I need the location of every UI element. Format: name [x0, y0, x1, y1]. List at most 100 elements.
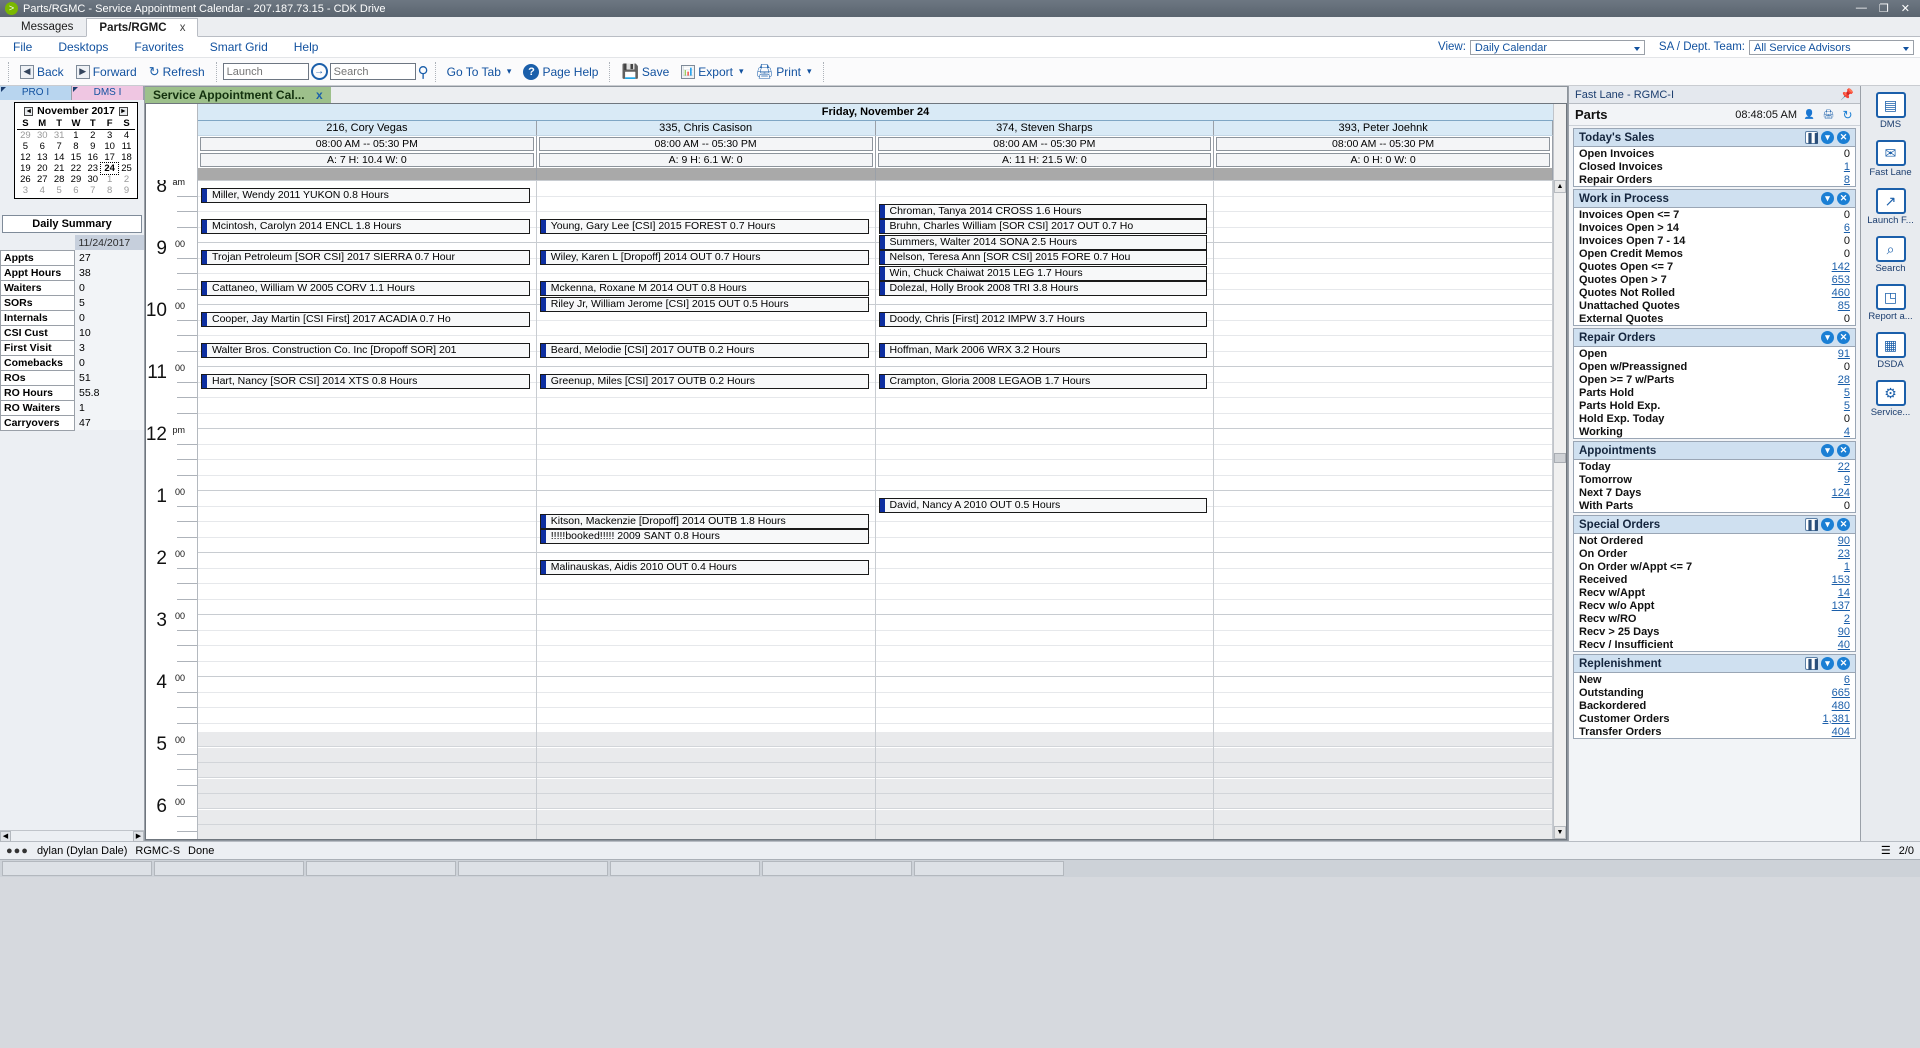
scroll-left-icon[interactable]: ◀ [0, 831, 11, 842]
appointment-block[interactable]: Chroman, Tanya 2014 CROSS 1.6 Hours [878, 204, 1208, 219]
appointment-block[interactable]: Miller, Wendy 2011 YUKON 0.8 Hours [201, 188, 530, 203]
appointment-block[interactable]: Crampton, Gloria 2008 LEGAOB 1.7 Hours [878, 374, 1208, 389]
fastlane-row-link[interactable]: 142 [1832, 261, 1850, 273]
print-button[interactable]: 🖨 Print [751, 61, 817, 83]
tab-close-icon[interactable]: x [180, 22, 186, 34]
taskbar-item[interactable] [154, 861, 304, 876]
fastlane-row-value[interactable]: 2 [1799, 612, 1855, 625]
appointment-block[interactable]: Walter Bros. Construction Co. Inc [Dropo… [201, 343, 530, 358]
tab-messages[interactable]: Messages [8, 17, 86, 36]
rail-item-dms[interactable]: ▤ DMS [1863, 92, 1919, 130]
fastlane-row-value[interactable]: 90 [1799, 625, 1855, 638]
left-rail-hscrollbar[interactable]: ◀ ▶ [0, 830, 144, 842]
chevron-down-icon[interactable]: ▾ [1821, 444, 1834, 457]
fastlane-row-link[interactable]: 6 [1844, 674, 1850, 686]
fastlane-row-link[interactable]: 28 [1838, 374, 1850, 386]
page-tab-close-icon[interactable]: x [316, 88, 323, 102]
launch-input[interactable] [222, 63, 309, 80]
advisor-column-header[interactable]: 216, Cory Vegas [198, 121, 537, 136]
fastlane-row-link[interactable]: 14 [1838, 587, 1850, 599]
calendar-day-cell[interactable]: 30 [84, 174, 101, 185]
calendar-day-cell[interactable]: 20 [34, 163, 51, 174]
appointment-block[interactable]: Doody, Chris [First] 2012 IMPW 3.7 Hours [878, 312, 1208, 327]
calendar-day-cell[interactable]: 25 [118, 163, 135, 174]
appointment-block[interactable]: Summers, Walter 2014 SONA 2.5 Hours [878, 235, 1208, 250]
calendar-day-cell[interactable]: 4 [118, 130, 135, 141]
calendar-day-cell[interactable]: 4 [34, 185, 51, 196]
calendar-day-cell[interactable]: 6 [68, 185, 85, 196]
scroll-right-icon[interactable]: ▶ [133, 831, 144, 842]
calendar-day-cell[interactable]: 9 [84, 141, 101, 152]
fastlane-row-value[interactable]: 137 [1799, 599, 1855, 612]
advisor-column-header[interactable]: 374, Steven Sharps [875, 121, 1215, 136]
calendar-day-cell[interactable]: 30 [34, 130, 51, 141]
calendar-day-cell[interactable]: 26 [17, 174, 34, 185]
page-help-button[interactable]: ? Page Help [518, 61, 603, 83]
taskbar-item[interactable] [610, 861, 760, 876]
search-icon[interactable]: ⚲ [418, 63, 429, 81]
calendar-day-cell[interactable]: 19 [17, 163, 34, 174]
chart-icon[interactable]: ▐▐ [1805, 131, 1818, 144]
taskbar-item[interactable] [458, 861, 608, 876]
fastlane-row-link[interactable]: 1 [1844, 161, 1850, 173]
fastlane-row-link[interactable]: 1,381 [1822, 713, 1850, 725]
fastlane-row-value[interactable]: 28 [1799, 373, 1855, 386]
fastlane-row-link[interactable]: 91 [1838, 348, 1850, 360]
advisor-day-column[interactable]: Young, Gary Lee [CSI] 2015 FOREST 0.7 Ho… [536, 180, 876, 839]
fastlane-row-link[interactable]: 665 [1832, 687, 1850, 699]
pin-icon[interactable]: 📌 [1840, 88, 1854, 101]
calendar-day-cell[interactable]: 27 [34, 174, 51, 185]
fastlane-row-value[interactable]: 40 [1799, 638, 1855, 651]
minimize-button[interactable]: — [1856, 2, 1867, 15]
calendar-day-cell[interactable]: 8 [68, 141, 85, 152]
rail-item-dsda[interactable]: ▦ DSDA [1863, 332, 1919, 370]
fastlane-row-value[interactable]: 480 [1799, 699, 1855, 712]
left-tab-pro-i[interactable]: PRO I [0, 86, 72, 100]
scrollbar-thumb[interactable] [1554, 453, 1566, 463]
fastlane-row-value[interactable]: 9 [1799, 473, 1855, 486]
close-icon[interactable]: ✕ [1837, 331, 1850, 344]
advisor-day-column[interactable]: Chroman, Tanya 2014 CROSS 1.6 Hours Bruhn… [875, 180, 1215, 839]
fastlane-row-value[interactable]: 665 [1799, 686, 1855, 699]
close-icon[interactable]: ✕ [1837, 518, 1850, 531]
fastlane-row-link[interactable]: 1 [1844, 561, 1850, 573]
chevron-down-icon[interactable]: ▾ [1821, 657, 1834, 670]
calendar-day-cell[interactable]: 16 [84, 152, 101, 163]
fastlane-row-link[interactable]: 22 [1838, 461, 1850, 473]
fastlane-row-link[interactable]: 90 [1838, 535, 1850, 547]
fastlane-row-value[interactable]: 142 [1799, 260, 1855, 273]
menu-item-desktops[interactable]: Desktops [45, 40, 121, 54]
next-month-icon[interactable]: ► [118, 106, 128, 116]
calendar-day-cell[interactable]: 12 [17, 152, 34, 163]
fastlane-row-value[interactable]: 5 [1799, 386, 1855, 399]
fastlane-row-link[interactable]: 124 [1832, 487, 1850, 499]
rail-item-report-a[interactable]: ◳ Report a... [1863, 284, 1919, 322]
fastlane-row-link[interactable]: 9 [1844, 474, 1850, 486]
calendar-day-cell[interactable]: 3 [101, 130, 118, 141]
fastlane-row-link[interactable]: 85 [1838, 300, 1850, 312]
calendar-day-cell[interactable]: 31 [51, 130, 68, 141]
calendar-day-cell[interactable]: 14 [51, 152, 68, 163]
fastlane-row-value[interactable]: 1,381 [1799, 712, 1855, 725]
appointment-block[interactable]: Kitson, Mackenzie [Dropoff] 2014 OUTB 1.… [539, 514, 869, 529]
calendar-day-cell[interactable]: 5 [51, 185, 68, 196]
fastlane-row-value[interactable]: 5 [1799, 399, 1855, 412]
fastlane-row-value[interactable]: 4 [1799, 425, 1855, 438]
fastlane-row-link[interactable]: 480 [1832, 700, 1850, 712]
taskbar-item[interactable] [2, 861, 152, 876]
appointment-block[interactable]: Mckenna, Roxane M 2014 OUT 0.8 Hours [539, 281, 869, 296]
calendar-day-cell[interactable]: 7 [51, 141, 68, 152]
calendar-day-cell[interactable]: 1 [68, 130, 85, 141]
appointment-block[interactable]: Riley Jr, William Jerome [CSI] 2015 OUT … [539, 297, 869, 312]
calendar-day-cell[interactable]: 24 [100, 162, 120, 175]
appointment-block[interactable]: Hart, Nancy [SOR CSI] 2014 XTS 0.8 Hours [201, 374, 530, 389]
close-icon[interactable]: ✕ [1837, 657, 1850, 670]
appointment-block[interactable]: Trojan Petroleum [SOR CSI] 2017 SIERRA 0… [201, 250, 530, 265]
printer-icon[interactable]: 🖨 [1822, 108, 1835, 121]
go-to-tab-button[interactable]: Go To Tab [442, 61, 517, 83]
appointment-block[interactable]: !!!!!booked!!!!! 2009 SANT 0.8 Hours [539, 529, 869, 544]
calendar-day-cell[interactable]: 6 [34, 141, 51, 152]
fastlane-row-value[interactable]: 1 [1799, 560, 1855, 573]
appointment-block[interactable]: Cattaneo, William W 2005 CORV 1.1 Hours [201, 281, 530, 296]
appointment-block[interactable]: Nelson, Teresa Ann [SOR CSI] 2015 FORE 0… [878, 250, 1208, 265]
